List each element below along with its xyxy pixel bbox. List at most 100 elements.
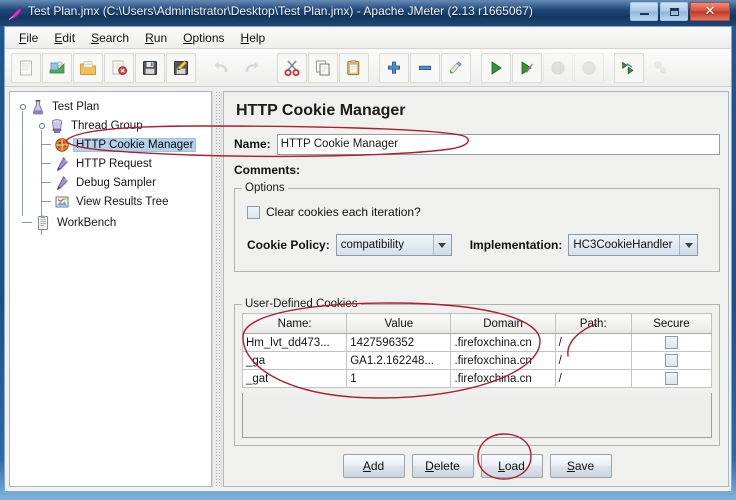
new-icon[interactable] xyxy=(11,52,41,83)
implementation-select[interactable]: HC3CookieHandler xyxy=(568,234,699,256)
options-legend: Options xyxy=(242,182,288,194)
column-header-secure[interactable]: Secure xyxy=(630,313,713,334)
menu-file[interactable]: File xyxy=(11,29,46,47)
name-input[interactable]: HTTP Cookie Manager xyxy=(276,133,720,155)
load-label: oad xyxy=(504,459,525,473)
cell-domain[interactable]: .firefoxchina.cn xyxy=(450,369,556,388)
close-icon[interactable] xyxy=(104,52,134,83)
column-header-value[interactable]: Value xyxy=(346,313,452,334)
open-icon[interactable] xyxy=(73,52,103,83)
secure-checkbox[interactable] xyxy=(664,372,678,385)
column-header-domain[interactable]: Domain xyxy=(450,313,556,334)
cell-path[interactable]: / xyxy=(554,369,632,388)
load-button[interactable]: Load xyxy=(480,454,543,478)
save-icon[interactable] xyxy=(135,52,165,83)
cell-secure[interactable] xyxy=(630,333,713,352)
tree-guide-branch xyxy=(41,144,51,145)
tree-node-workbench[interactable]: WorkBench xyxy=(10,213,211,232)
maximize-button[interactable] xyxy=(660,2,688,21)
tree-node-test-plan[interactable]: Test Plan xyxy=(10,97,211,116)
toggle-icon[interactable] xyxy=(441,52,471,83)
paste-icon[interactable] xyxy=(339,52,369,83)
test-plan-tree-pane[interactable]: Test Plan Thread Group HTTP Cookie Manag… xyxy=(9,91,212,487)
secure-checkbox[interactable] xyxy=(664,354,678,367)
table-row[interactable]: Hm_lvt_dd473... 1427596352 .firefoxchina… xyxy=(241,333,713,352)
clear-cookies-checkbox[interactable] xyxy=(247,205,260,219)
menu-help[interactable]: Help xyxy=(233,29,274,47)
menu-search-mnemonic: S xyxy=(91,30,100,45)
tree-node-view-results-tree[interactable]: View Results Tree xyxy=(10,192,211,211)
delete-mnemonic: D xyxy=(425,459,434,473)
cell-path[interactable]: / xyxy=(554,351,632,370)
cell-value[interactable]: GA1.2.162248... xyxy=(346,351,452,370)
menu-search-label: earch xyxy=(99,30,130,45)
tree-guide-branch xyxy=(41,201,51,202)
clear-icon[interactable] xyxy=(614,52,644,83)
divider-grip[interactable] xyxy=(215,91,220,487)
cell-secure[interactable] xyxy=(630,369,713,388)
save-as-icon[interactable] xyxy=(166,52,196,83)
minimize-glyph xyxy=(639,13,649,15)
start-icon[interactable] xyxy=(481,52,511,83)
toolbar-separator-5 xyxy=(605,53,614,83)
debug-sampler-icon xyxy=(56,175,69,190)
table-header-row: Name: Value Domain Path: Secure xyxy=(241,313,713,334)
table-row[interactable]: _ga GA1.2.162248... .firefoxchina.cn / xyxy=(241,351,713,370)
cell-secure[interactable] xyxy=(630,351,713,370)
tree-guide-branch xyxy=(41,182,51,183)
cookie-policy-select[interactable]: compatibility xyxy=(335,234,452,256)
menu-run[interactable]: Run xyxy=(137,29,175,47)
minimize-button[interactable] xyxy=(630,2,658,21)
maximize-glyph xyxy=(669,7,679,16)
copy-icon[interactable] xyxy=(308,52,338,83)
tree-expander-thread-group[interactable] xyxy=(37,121,46,130)
clear-cookies-row[interactable]: Clear cookies each iteration? xyxy=(247,205,421,219)
tree-node-http-request[interactable]: HTTP Request xyxy=(10,154,211,173)
table-row[interactable]: _gat 1 .firefoxchina.cn / xyxy=(241,369,713,388)
secure-checkbox[interactable] xyxy=(664,336,678,349)
save-button[interactable]: Save xyxy=(549,454,612,478)
cookies-table[interactable]: Name: Value Domain Path: Secure Hm_lvt_d… xyxy=(241,313,713,388)
menu-options[interactable]: Options xyxy=(175,29,232,47)
menu-help-label: elp xyxy=(249,30,266,45)
chevron-down-icon[interactable] xyxy=(679,235,698,255)
cell-domain[interactable]: .firefoxchina.cn xyxy=(450,333,556,352)
split-pane-divider[interactable] xyxy=(212,91,222,487)
collapse-all-icon[interactable] xyxy=(410,52,440,83)
menubar: File Edit Search Run Options Help xyxy=(5,27,731,49)
name-label: Name: xyxy=(234,137,271,151)
tree-node-http-cookie-manager[interactable]: HTTP Cookie Manager xyxy=(10,135,211,154)
load-mnemonic: L xyxy=(498,459,505,473)
tree-node-label: HTTP Cookie Manager xyxy=(73,137,197,152)
chevron-down-icon[interactable] xyxy=(432,235,451,255)
cell-path[interactable]: / xyxy=(554,333,632,352)
cell-value[interactable]: 1 xyxy=(346,369,452,388)
column-header-path[interactable]: Path: xyxy=(554,313,632,334)
tree-node-thread-group[interactable]: Thread Group xyxy=(10,116,211,135)
cell-name[interactable]: Hm_lvt_dd473... xyxy=(241,333,348,352)
tree-node-debug-sampler[interactable]: Debug Sampler xyxy=(10,173,211,192)
test-plan-tree[interactable]: Test Plan Thread Group HTTP Cookie Manag… xyxy=(10,92,211,235)
expand-all-icon[interactable] xyxy=(379,52,409,83)
menu-search[interactable]: Search xyxy=(83,29,137,47)
tree-expander-test-plan[interactable] xyxy=(18,102,27,111)
titlebar: Test Plan.jmx (C:\Users\Administrator\De… xyxy=(0,0,736,26)
column-header-name[interactable]: Name: xyxy=(241,313,348,334)
delete-button[interactable]: Delete xyxy=(411,454,474,478)
cell-domain[interactable]: .firefoxchina.cn xyxy=(450,351,556,370)
menu-options-label: ptions xyxy=(192,30,225,45)
add-button[interactable]: Add xyxy=(342,454,405,478)
menu-edit[interactable]: Edit xyxy=(46,29,83,47)
undo-icon xyxy=(206,53,236,83)
templates-icon[interactable] xyxy=(42,52,72,83)
options-groupbox: Options Clear cookies each iteration? Co… xyxy=(234,182,720,272)
cell-name[interactable]: _gat xyxy=(241,369,348,388)
close-button[interactable]: ✕ xyxy=(690,2,730,21)
cell-name[interactable]: _ga xyxy=(241,351,348,370)
name-input-value: HTTP Cookie Manager xyxy=(280,138,399,150)
tree-node-label: Debug Sampler xyxy=(76,176,156,189)
cut-icon[interactable] xyxy=(277,52,307,83)
start-no-pauses-icon[interactable] xyxy=(512,52,542,83)
cell-value[interactable]: 1427596352 xyxy=(346,333,452,352)
toolbar xyxy=(5,49,731,87)
